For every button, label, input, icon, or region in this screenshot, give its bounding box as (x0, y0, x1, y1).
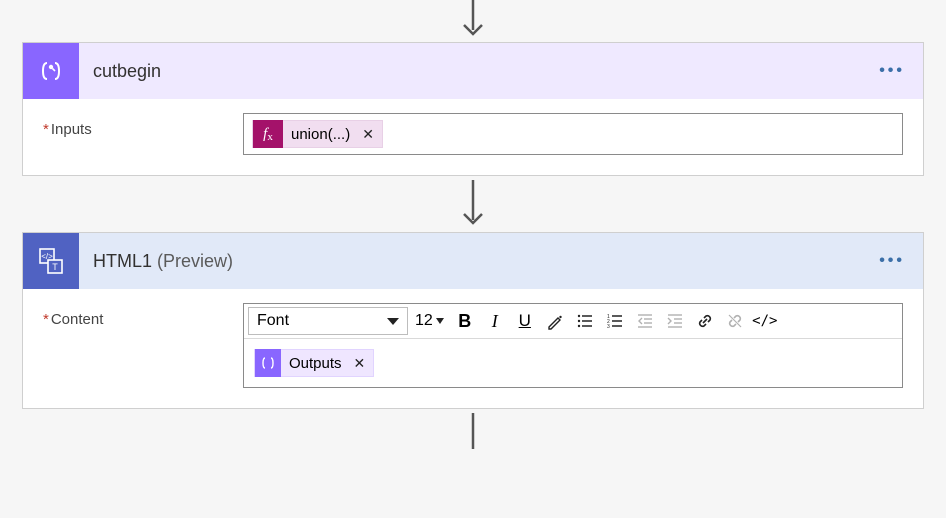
chevron-down-icon (387, 318, 399, 325)
color-picker-button[interactable] (541, 307, 569, 335)
expression-chip[interactable]: fx union(...) ✕ (252, 120, 383, 148)
compose-token-icon (255, 349, 281, 377)
fx-icon: fx (253, 120, 283, 148)
inputs-label: *Inputs (43, 113, 243, 138)
font-size-picker[interactable]: 12 (410, 307, 449, 335)
html-title: HTML1 (Preview) (93, 251, 859, 272)
indent-button[interactable] (661, 307, 689, 335)
html-menu-button[interactable]: ••• (873, 252, 911, 270)
editor-toolbar: Font 12 B I U (244, 304, 902, 339)
compose-card: cutbegin ••• *Inputs fx union(...) ✕ (22, 42, 924, 176)
outputs-token-remove[interactable]: ✕ (350, 355, 366, 372)
content-label: *Content (43, 303, 243, 328)
flow-arrow (458, 176, 488, 232)
bullet-list-button[interactable] (571, 307, 599, 335)
chevron-down-icon (436, 318, 444, 324)
compose-icon (23, 43, 79, 99)
html-header[interactable]: </> T HTML1 (Preview) ••• (23, 233, 923, 289)
flow-arrow (458, 0, 488, 42)
font-picker[interactable]: Font (248, 307, 408, 335)
bold-button[interactable]: B (451, 307, 479, 335)
link-button[interactable] (691, 307, 719, 335)
outdent-button[interactable] (631, 307, 659, 335)
italic-button[interactable]: I (481, 307, 509, 335)
editor-content[interactable]: Outputs ✕ (244, 339, 902, 387)
inputs-field[interactable]: fx union(...) ✕ (243, 113, 903, 155)
compose-title: cutbegin (93, 61, 859, 82)
outputs-token-text: Outputs (289, 355, 342, 372)
outputs-token[interactable]: Outputs ✕ (254, 349, 374, 377)
svg-text:T: T (52, 262, 58, 272)
svg-text:3: 3 (607, 324, 610, 330)
expression-text: union(...) (291, 126, 350, 143)
expression-remove[interactable]: ✕ (358, 126, 374, 143)
code-view-button[interactable]: </> (751, 307, 779, 335)
compose-menu-button[interactable]: ••• (873, 62, 911, 80)
numbered-list-button[interactable]: 123 (601, 307, 629, 335)
compose-body: *Inputs fx union(...) ✕ (23, 99, 923, 175)
compose-header[interactable]: cutbegin ••• (23, 43, 923, 99)
html-body: *Content Font 12 B I U (23, 289, 923, 408)
content-editor: Font 12 B I U (243, 303, 903, 388)
flow-arrow (458, 409, 488, 449)
underline-button[interactable]: U (511, 307, 539, 335)
html-card: </> T HTML1 (Preview) ••• *Content Font (22, 232, 924, 409)
html-icon: </> T (23, 233, 79, 289)
unlink-button[interactable] (721, 307, 749, 335)
